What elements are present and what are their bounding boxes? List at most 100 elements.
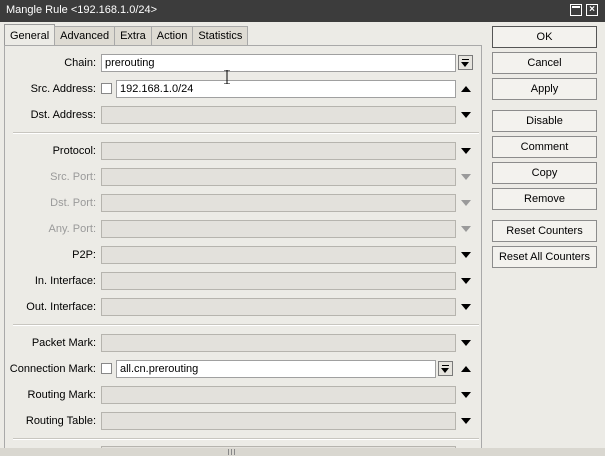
connection-mark-input[interactable]: all.cn.prerouting <box>116 360 436 378</box>
packet-mark-input[interactable] <box>101 334 456 352</box>
any-port-label: Any. Port: <box>48 223 96 235</box>
connection-mark-negate-checkbox[interactable] <box>101 363 112 374</box>
ok-button[interactable]: OK <box>492 26 597 48</box>
connection-mark-row: Connection Mark: all.cn.prerouting <box>5 360 481 380</box>
chevron-down-icon <box>461 200 471 206</box>
protocol-label: Protocol: <box>52 145 96 157</box>
routing-mark-expand-button[interactable] <box>459 388 473 402</box>
out-interface-label: Out. Interface: <box>26 301 96 313</box>
chain-input[interactable]: prerouting <box>101 54 456 72</box>
src-address-input[interactable]: 192.168.1.0/24 <box>116 80 456 98</box>
tab-action[interactable]: Action <box>150 26 194 46</box>
text-cursor-icon <box>224 70 230 84</box>
dst-port-expand-button <box>459 196 473 210</box>
chain-dropdown-button[interactable] <box>458 55 473 70</box>
chevron-down-icon <box>461 252 471 258</box>
cancel-button[interactable]: Cancel <box>492 52 597 74</box>
packet-mark-expand-button[interactable] <box>459 336 473 350</box>
in-interface-label: In. Interface: <box>34 275 96 287</box>
chain-row: Chain: prerouting <box>5 54 481 74</box>
p2p-row: P2P: <box>5 246 481 266</box>
packet-mark-row: Packet Mark: <box>5 334 481 354</box>
p2p-expand-button[interactable] <box>459 248 473 262</box>
horizontal-scrollbar[interactable] <box>0 448 605 456</box>
grip-icon[interactable] <box>228 449 236 455</box>
tab-extra[interactable]: Extra <box>114 26 152 46</box>
routing-mark-label: Routing Mark: <box>27 389 96 401</box>
src-port-input <box>101 168 456 186</box>
tab-statistics[interactable]: Statistics <box>192 26 249 46</box>
connection-mark-dropdown-button[interactable] <box>438 361 453 376</box>
dialog-content: General Advanced Extra Action Statistics… <box>0 22 605 456</box>
p2p-label: P2P: <box>72 249 96 261</box>
reset-all-counters-button[interactable]: Reset All Counters <box>492 246 597 268</box>
reset-counters-button[interactable]: Reset Counters <box>492 220 597 242</box>
bar-icon <box>462 59 469 60</box>
routing-table-row: Routing Table: <box>5 412 481 432</box>
separator <box>13 132 479 134</box>
any-port-input <box>101 220 456 238</box>
src-port-row: Src. Port: <box>5 168 481 188</box>
window-title: Mangle Rule <192.168.1.0/24> <box>6 4 158 16</box>
chevron-down-icon <box>461 340 471 346</box>
routing-table-expand-button[interactable] <box>459 414 473 428</box>
disable-button[interactable]: Disable <box>492 110 597 132</box>
out-interface-expand-button[interactable] <box>459 300 473 314</box>
out-interface-row: Out. Interface: <box>5 298 481 318</box>
chevron-down-icon <box>461 226 471 232</box>
dst-address-expand-button[interactable] <box>459 108 473 122</box>
protocol-expand-button[interactable] <box>459 144 473 158</box>
close-icon[interactable]: × <box>586 4 598 16</box>
out-interface-input[interactable] <box>101 298 456 316</box>
in-interface-input[interactable] <box>101 272 456 290</box>
dst-address-row: Dst. Address: <box>5 106 481 126</box>
chevron-down-icon <box>461 112 471 118</box>
general-panel: Chain: prerouting Src. Address: 192.168.… <box>4 45 482 454</box>
connection-mark-collapse-button[interactable] <box>459 362 473 376</box>
src-port-label: Src. Port: <box>50 171 96 183</box>
separator <box>13 438 479 440</box>
packet-mark-label: Packet Mark: <box>31 337 96 349</box>
chevron-up-icon <box>461 86 471 92</box>
tab-general[interactable]: General <box>4 24 56 46</box>
src-port-expand-button <box>459 170 473 184</box>
title-bar: Mangle Rule <192.168.1.0/24> × <box>0 0 605 22</box>
chevron-down-icon <box>461 62 469 67</box>
dst-port-input <box>101 194 456 212</box>
in-interface-row: In. Interface: <box>5 272 481 292</box>
chevron-down-icon <box>461 392 471 398</box>
chevron-down-icon <box>461 278 471 284</box>
separator <box>13 324 479 326</box>
routing-mark-input[interactable] <box>101 386 456 404</box>
routing-mark-row: Routing Mark: <box>5 386 481 406</box>
dst-port-row: Dst. Port: <box>5 194 481 214</box>
tab-bar: General Advanced Extra Action Statistics <box>4 24 249 46</box>
restore-icon[interactable] <box>570 4 582 16</box>
p2p-input[interactable] <box>101 246 456 264</box>
connection-mark-label: Connection Mark: <box>9 363 96 375</box>
chevron-down-icon <box>441 368 449 373</box>
any-port-expand-button <box>459 222 473 236</box>
dst-address-input[interactable] <box>101 106 456 124</box>
chevron-down-icon <box>461 304 471 310</box>
src-address-collapse-button[interactable] <box>459 82 473 96</box>
src-address-negate-checkbox[interactable] <box>101 83 112 94</box>
apply-button[interactable]: Apply <box>492 78 597 100</box>
chevron-down-icon <box>461 418 471 424</box>
dst-port-label: Dst. Port: <box>50 197 96 209</box>
remove-button[interactable]: Remove <box>492 188 597 210</box>
any-port-row: Any. Port: <box>5 220 481 240</box>
protocol-row: Protocol: <box>5 142 481 162</box>
protocol-input[interactable] <box>101 142 456 160</box>
copy-button[interactable]: Copy <box>492 162 597 184</box>
chevron-down-icon <box>461 174 471 180</box>
chain-label: Chain: <box>64 57 96 69</box>
src-address-label: Src. Address: <box>30 83 96 95</box>
bar-icon <box>442 365 449 366</box>
in-interface-expand-button[interactable] <box>459 274 473 288</box>
comment-button[interactable]: Comment <box>492 136 597 158</box>
src-address-row: Src. Address: 192.168.1.0/24 <box>5 80 481 100</box>
routing-table-input[interactable] <box>101 412 456 430</box>
chevron-down-icon <box>461 148 471 154</box>
tab-advanced[interactable]: Advanced <box>54 26 116 46</box>
